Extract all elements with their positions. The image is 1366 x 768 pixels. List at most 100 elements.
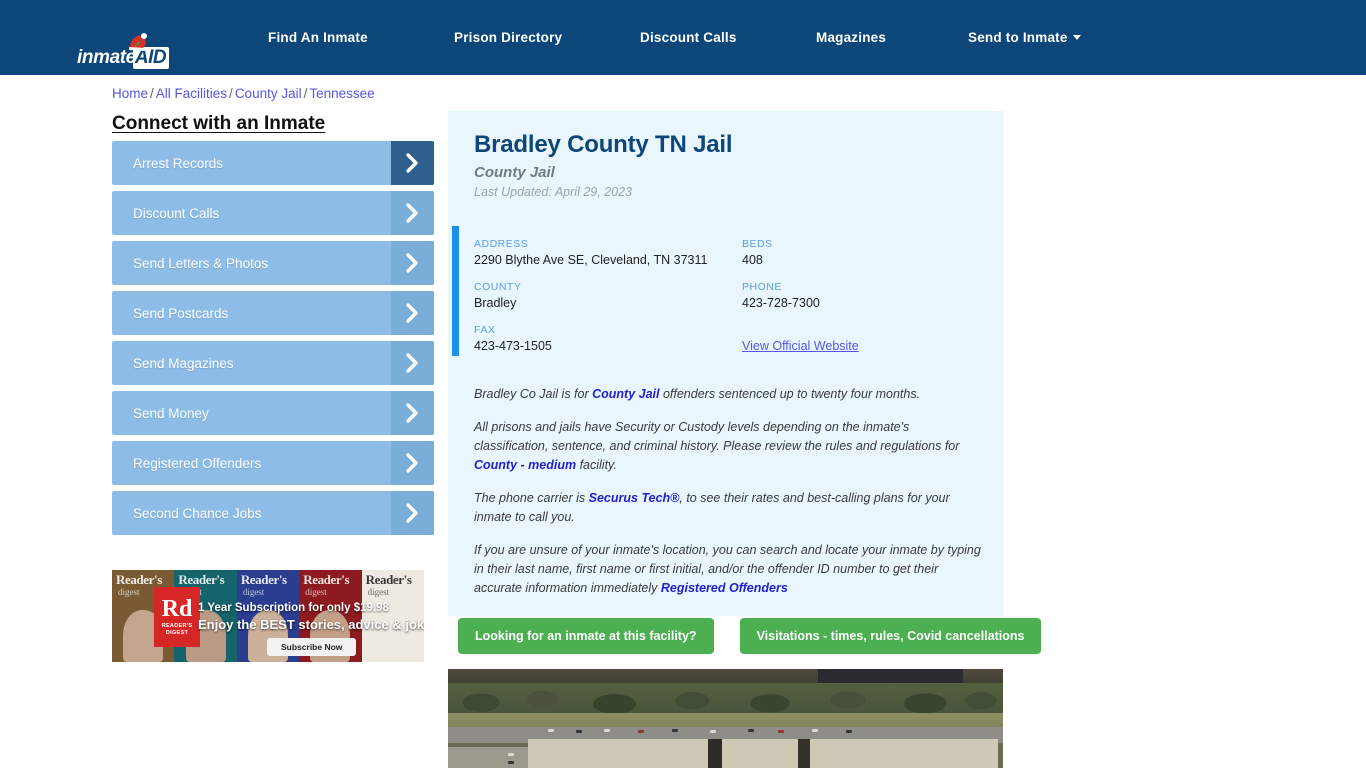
aerial-vehicle (672, 729, 678, 732)
link-registered-offenders[interactable]: Registered Offenders (661, 581, 788, 595)
ad-cover-sub: digest (118, 587, 140, 597)
info-column-left: ADDRESS 2290 Blythe Ave SE, Cleveland, T… (474, 238, 742, 367)
field-label: COUNTY (474, 281, 522, 293)
link-securus-tech[interactable]: Securus Tech® (589, 491, 680, 505)
aerial-vehicle (812, 729, 818, 732)
field-phone: PHONE 423-728-7300 (742, 281, 992, 310)
facility-info-block: ADDRESS 2290 Blythe Ave SE, Cleveland, T… (448, 226, 1003, 385)
chevron-right-icon (391, 441, 434, 485)
sidebar-item-discount-calls[interactable]: Discount Calls (112, 191, 434, 235)
facility-description: Bradley Co Jail is for County Jail offen… (448, 385, 1003, 616)
field-value: 423-728-7300 (742, 296, 820, 310)
field-value: 423-473-1505 (474, 339, 552, 353)
sidebar-item-send-magazines[interactable]: Send Magazines (112, 341, 434, 385)
top-navigation-bar: inmate AID Find An Inmate Prison Director… (0, 0, 1366, 75)
ad-cover-title: Reader's (240, 572, 287, 587)
facility-type: County Jail (474, 164, 555, 181)
aerial-vehicle (748, 729, 754, 732)
paragraph-text: offenders sentenced up to twenty four mo… (659, 387, 921, 401)
site-logo[interactable]: inmate AID (77, 32, 187, 76)
aerial-secondary-roof (448, 747, 538, 768)
ad-cover-sub: digest (242, 587, 265, 597)
nav-item-send-to-inmate-label: Send to Inmate (968, 30, 1068, 45)
aerial-vehicle (508, 753, 514, 756)
chevron-right-icon (391, 391, 434, 435)
sidebar-item-label: Send Postcards (133, 305, 229, 321)
ad-cover-title: Reader's (116, 572, 162, 587)
chevron-right-icon (391, 191, 434, 235)
sidebar-item-label: Send Letters & Photos (133, 255, 269, 271)
readers-digest-logo: Rd READER'S DIGEST (154, 587, 200, 647)
nav-item-prison-directory[interactable]: Prison Directory (454, 30, 562, 45)
accent-bar (452, 226, 459, 356)
ad-subheadline: Enjoy the BEST stories, advice & jokes! (198, 617, 424, 632)
ad-headline: 1 Year Subscription for only $19.98 (198, 602, 389, 614)
logo-badge: AID (132, 46, 170, 69)
sidebar-item-registered-offenders[interactable]: Registered Offenders (112, 441, 434, 485)
sidebar-menu: Arrest Records Discount Calls Send Lette… (112, 141, 434, 541)
chevron-down-icon (1072, 35, 1081, 40)
breadcrumb-separator: / (229, 86, 233, 101)
page-title: Bradley County TN Jail (474, 131, 733, 158)
chevron-right-icon (391, 291, 434, 335)
sidebar-item-arrest-records[interactable]: Arrest Records (112, 141, 434, 185)
info-column-right: BEDS 408 PHONE 423-728-7300 View Officia… (742, 238, 992, 367)
sidebar-item-send-postcards[interactable]: Send Postcards (112, 291, 434, 335)
facility-detail-panel: Bradley County TN Jail County Jail Last … (448, 111, 1003, 616)
ad-cover-sub: digest (305, 587, 327, 597)
description-paragraph-1: Bradley Co Jail is for County Jail offen… (474, 385, 981, 404)
field-value: 2290 Blythe Ave SE, Cleveland, TN 37311 (474, 253, 708, 267)
breadcrumb-item-tennessee[interactable]: Tennessee (309, 86, 374, 101)
field-value: Bradley (474, 296, 517, 310)
description-paragraph-2: All prisons and jails have Security or C… (474, 418, 981, 475)
link-county-jail[interactable]: County Jail (592, 387, 659, 401)
nav-item-discount-calls[interactable]: Discount Calls (640, 30, 737, 45)
breadcrumb-item-home[interactable]: Home (112, 86, 148, 101)
aerial-main-roof (528, 739, 998, 768)
ad-subscribe-button[interactable]: Subscribe Now (267, 638, 357, 656)
description-paragraph-3: The phone carrier is Securus Tech®, to s… (474, 489, 981, 527)
breadcrumb-item-county-jail[interactable]: County Jail (235, 86, 302, 101)
field-official-website: View Official Website (742, 324, 992, 353)
sidebar-item-label: Send Magazines (133, 355, 234, 371)
facility-header: Bradley County TN Jail County Jail Last … (448, 111, 1003, 199)
advertisement-banner[interactable]: Reader's digest Reader's digest Reader's… (112, 570, 424, 662)
link-county-medium[interactable]: County - medium (474, 458, 576, 472)
cta-button-row: Looking for an inmate at this facility? … (458, 618, 1042, 654)
looking-for-inmate-button[interactable]: Looking for an inmate at this facility? (458, 618, 714, 654)
ad-cover-title: Reader's (365, 572, 412, 587)
aerial-vehicle (710, 730, 716, 733)
visitations-button[interactable]: Visitations - times, rules, Covid cancel… (739, 618, 1042, 654)
field-address: ADDRESS 2290 Blythe Ave SE, Cleveland, T… (474, 238, 742, 267)
ad-cover-sub: digest (367, 587, 390, 597)
sidebar-item-send-letters-photos[interactable]: Send Letters & Photos (112, 241, 434, 285)
field-value: 408 (742, 253, 763, 267)
aerial-treeline (448, 683, 1003, 717)
chevron-right-icon (391, 241, 434, 285)
nav-item-magazines[interactable]: Magazines (816, 30, 886, 45)
ad-logo-sub: READER'S DIGEST (161, 622, 193, 636)
aerial-roof-gap (708, 739, 722, 768)
field-label: BEDS (742, 238, 773, 250)
sidebar-item-label: Second Chance Jobs (133, 505, 262, 521)
description-paragraph-4: If you are unsure of your inmate's locat… (474, 541, 981, 598)
aerial-vehicle (548, 729, 554, 732)
nav-item-find-an-inmate[interactable]: Find An Inmate (268, 30, 368, 45)
chevron-right-icon (391, 141, 434, 185)
aerial-vehicle (778, 730, 784, 733)
chevron-right-icon (391, 341, 434, 385)
sidebar-item-send-money[interactable]: Send Money (112, 391, 434, 435)
sidebar-item-second-chance-jobs[interactable]: Second Chance Jobs (112, 491, 434, 535)
aerial-vehicle (638, 730, 644, 733)
official-website-link[interactable]: View Official Website (742, 339, 859, 353)
paragraph-text: Bradley Co Jail is for (474, 387, 593, 401)
nav-item-send-to-inmate[interactable]: Send to Inmate (968, 30, 1081, 45)
breadcrumb: Home / All Facilities / County Jail / Tennesse… (112, 86, 375, 101)
aerial-vehicle (508, 761, 514, 764)
paragraph-text: The phone carrier is (474, 491, 589, 505)
breadcrumb-separator: / (150, 86, 154, 101)
aerial-vehicle (846, 730, 852, 733)
facility-aerial-image (448, 669, 1003, 768)
logo-text: inmate (77, 46, 136, 68)
breadcrumb-item-all-facilities[interactable]: All Facilities (156, 86, 227, 101)
